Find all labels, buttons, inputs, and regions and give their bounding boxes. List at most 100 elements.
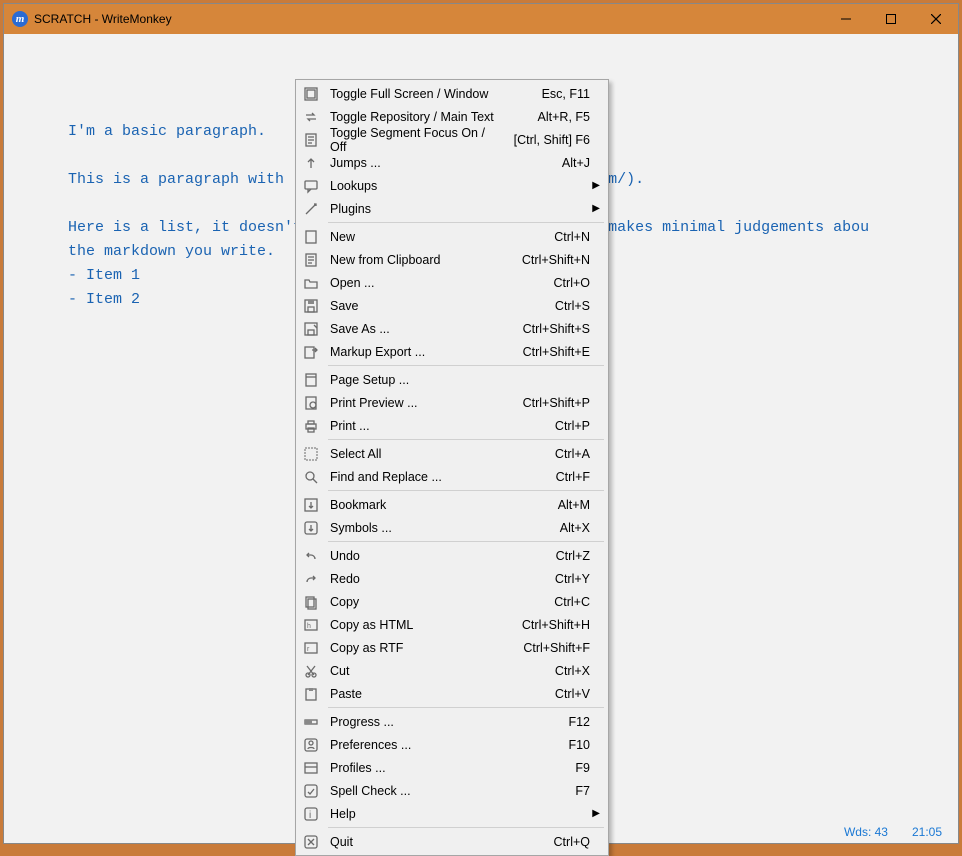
menu-item-open[interactable]: Open ...Ctrl+O <box>298 271 606 294</box>
menu-item-new-clipboard[interactable]: New from ClipboardCtrl+Shift+N <box>298 248 606 271</box>
menu-item-print-preview[interactable]: Print Preview ...Ctrl+Shift+P <box>298 391 606 414</box>
menu-item-shortcut: F10 <box>500 738 606 752</box>
menu-item-label: Markup Export ... <box>324 345 500 359</box>
menu-item-shortcut: Alt+M <box>500 498 606 512</box>
menu-item-label: Page Setup ... <box>324 373 500 387</box>
doc-icon <box>298 252 324 268</box>
menu-item-shortcut: Ctrl+Shift+N <box>500 253 606 267</box>
menu-item-new[interactable]: NewCtrl+N <box>298 225 606 248</box>
menu-item-label: Toggle Repository / Main Text <box>324 110 500 124</box>
menu-item-save[interactable]: SaveCtrl+S <box>298 294 606 317</box>
menu-item-shortcut: Ctrl+F <box>500 470 606 484</box>
status-word-count[interactable]: Wds: 43 <box>844 825 888 839</box>
menu-item-shortcut: Ctrl+V <box>500 687 606 701</box>
window-title: SCRATCH - WriteMonkey <box>34 12 172 26</box>
menu-item-label: Jumps ... <box>324 156 500 170</box>
minimize-button[interactable] <box>823 4 868 34</box>
menu-item-label: Quit <box>324 835 500 849</box>
copyh-icon: h <box>298 617 324 633</box>
menu-separator <box>328 439 604 440</box>
menu-item-label: New from Clipboard <box>324 253 500 267</box>
menu-item-label: Copy as HTML <box>324 618 500 632</box>
menu-item-cut[interactable]: CutCtrl+X <box>298 659 606 682</box>
menu-item-label: Toggle Full Screen / Window <box>324 87 500 101</box>
export-icon <box>298 344 324 360</box>
menu-item-label: Redo <box>324 572 500 586</box>
menu-item-help[interactable]: iHelp▶ <box>298 802 606 825</box>
comment-icon <box>298 178 324 194</box>
menu-item-spell-check[interactable]: Spell Check ...F7 <box>298 779 606 802</box>
status-time[interactable]: 21:05 <box>912 825 942 839</box>
open-icon <box>298 275 324 291</box>
progress-icon <box>298 714 324 730</box>
menu-item-preferences[interactable]: Preferences ...F10 <box>298 733 606 756</box>
menu-item-shortcut: Ctrl+Z <box>500 549 606 563</box>
menu-item-toggle-fullscreen[interactable]: Toggle Full Screen / WindowEsc, F11 <box>298 82 606 105</box>
menu-item-label: Find and Replace ... <box>324 470 500 484</box>
menu-item-plugins[interactable]: Plugins▶ <box>298 197 606 220</box>
menu-item-label: Open ... <box>324 276 500 290</box>
menu-item-jumps[interactable]: Jumps ...Alt+J <box>298 151 606 174</box>
menu-item-undo[interactable]: UndoCtrl+Z <box>298 544 606 567</box>
menu-item-label: Bookmark <box>324 498 500 512</box>
menu-item-lookups[interactable]: Lookups▶ <box>298 174 606 197</box>
submenu-arrow-icon: ▶ <box>592 808 600 819</box>
menu-item-profiles[interactable]: Profiles ...F9 <box>298 756 606 779</box>
menu-item-label: Select All <box>324 447 500 461</box>
menu-item-label: Symbols ... <box>324 521 500 535</box>
copy-icon <box>298 594 324 610</box>
menu-item-copy-html[interactable]: hCopy as HTMLCtrl+Shift+H <box>298 613 606 636</box>
menu-item-label: Help <box>324 807 606 821</box>
submenu-arrow-icon: ▶ <box>592 180 600 191</box>
menu-item-bookmark[interactable]: BookmarkAlt+M <box>298 493 606 516</box>
menu-item-paste[interactable]: PasteCtrl+V <box>298 682 606 705</box>
menu-item-label: Lookups <box>324 179 606 193</box>
menu-item-label: Save As ... <box>324 322 500 336</box>
close-button[interactable] <box>913 4 958 34</box>
redo-icon <box>298 571 324 587</box>
menu-item-print[interactable]: Print ...Ctrl+P <box>298 414 606 437</box>
menu-item-shortcut: [Ctrl, Shift] F6 <box>500 133 606 147</box>
paste-icon <box>298 686 324 702</box>
bookmark-icon <box>298 497 324 513</box>
menu-item-save-as[interactable]: Save As ...Ctrl+Shift+S <box>298 317 606 340</box>
profiles-icon <box>298 760 324 776</box>
menu-item-shortcut: Ctrl+O <box>500 276 606 290</box>
menu-item-markup-export[interactable]: Markup Export ...Ctrl+Shift+E <box>298 340 606 363</box>
menu-item-shortcut: Ctrl+Shift+F <box>500 641 606 655</box>
context-menu[interactable]: Toggle Full Screen / WindowEsc, F11Toggl… <box>295 79 609 856</box>
menu-separator <box>328 541 604 542</box>
menu-item-copy[interactable]: CopyCtrl+C <box>298 590 606 613</box>
quit-icon <box>298 834 324 850</box>
menu-item-quit[interactable]: QuitCtrl+Q <box>298 830 606 853</box>
menu-item-shortcut: Alt+R, F5 <box>500 110 606 124</box>
menu-item-progress[interactable]: Progress ...F12 <box>298 710 606 733</box>
select-icon <box>298 446 324 462</box>
fullscreen-icon <box>298 86 324 102</box>
menu-item-redo[interactable]: RedoCtrl+Y <box>298 567 606 590</box>
menu-item-label: New <box>324 230 500 244</box>
menu-item-page-setup[interactable]: Page Setup ... <box>298 368 606 391</box>
menu-item-shortcut: F9 <box>500 761 606 775</box>
menu-item-copy-rtf[interactable]: rCopy as RTFCtrl+Shift+F <box>298 636 606 659</box>
maximize-button[interactable] <box>868 4 913 34</box>
menu-item-label: Spell Check ... <box>324 784 500 798</box>
menu-item-shortcut: F7 <box>500 784 606 798</box>
menu-item-shortcut: Alt+J <box>500 156 606 170</box>
menu-item-label: Profiles ... <box>324 761 500 775</box>
menu-item-label: Copy as RTF <box>324 641 500 655</box>
menu-separator <box>328 222 604 223</box>
menu-item-select-all[interactable]: Select AllCtrl+A <box>298 442 606 465</box>
submenu-arrow-icon: ▶ <box>592 203 600 214</box>
app-icon: m <box>12 11 28 27</box>
menu-item-find-replace[interactable]: Find and Replace ...Ctrl+F <box>298 465 606 488</box>
menu-item-symbols[interactable]: Symbols ...Alt+X <box>298 516 606 539</box>
menu-item-label: Print ... <box>324 419 500 433</box>
menu-item-label: Progress ... <box>324 715 500 729</box>
titlebar[interactable]: m SCRATCH - WriteMonkey <box>4 4 958 34</box>
find-icon <box>298 469 324 485</box>
menu-item-toggle-segment[interactable]: Toggle Segment Focus On / Off[Ctrl, Shif… <box>298 128 606 151</box>
menu-item-label: Print Preview ... <box>324 396 500 410</box>
symbols-icon <box>298 520 324 536</box>
menu-item-label: Paste <box>324 687 500 701</box>
